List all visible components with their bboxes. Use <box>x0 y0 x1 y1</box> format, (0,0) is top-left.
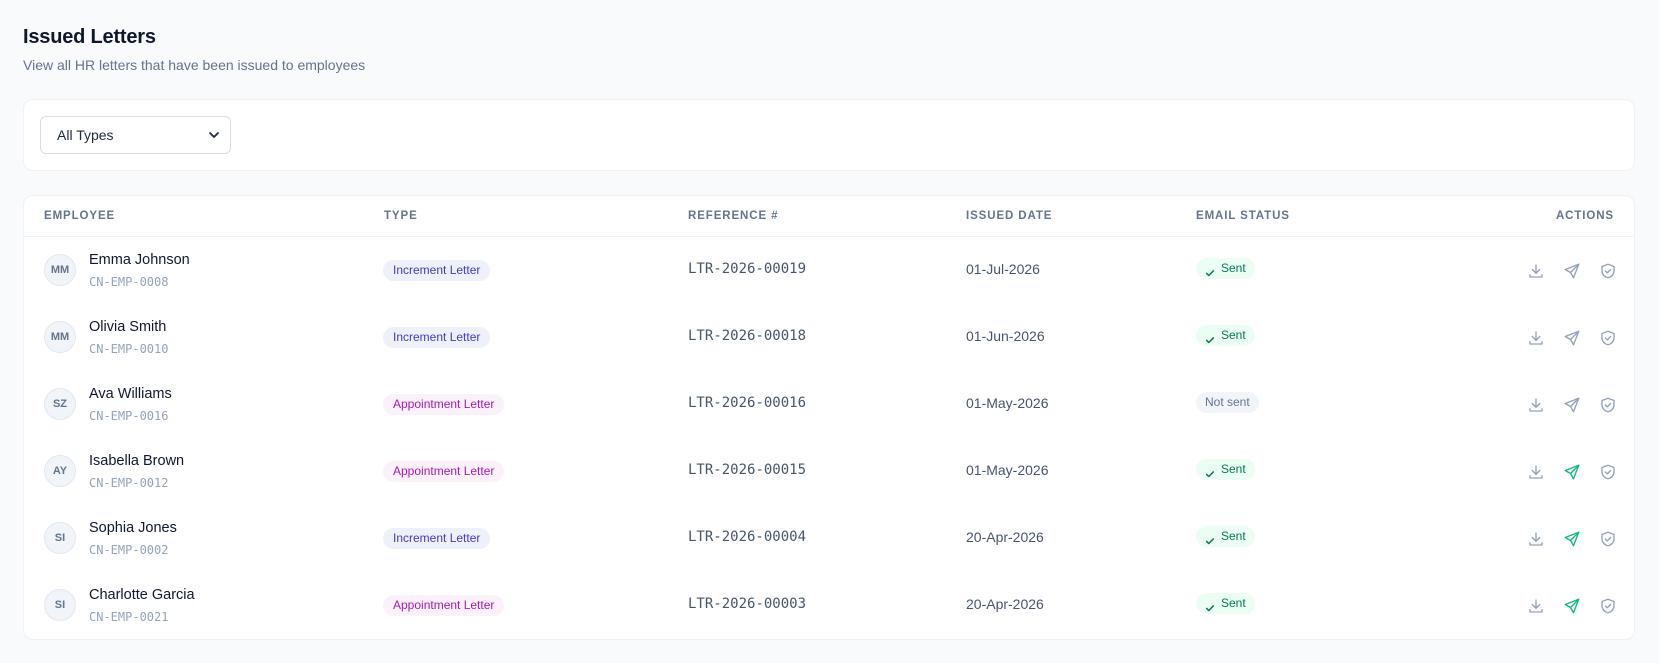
table-row: SI Sophia Jones CN-EMP-0002 Increment Lette… <box>24 505 1634 572</box>
avatar: AY <box>44 455 76 487</box>
email-status-label: Sent <box>1221 328 1246 342</box>
email-status-label: Sent <box>1221 596 1246 610</box>
check-icon <box>1205 532 1215 544</box>
avatar: SZ <box>44 388 76 420</box>
table-row: MM Olivia Smith CN-EMP-0010 Increment Lette… <box>24 304 1634 371</box>
email-status-badge: Not sent <box>1196 392 1259 413</box>
download-icon[interactable] <box>1527 396 1545 414</box>
letter-type-badge: Appointment Letter <box>383 461 505 482</box>
employee-code: CN-EMP-0008 <box>89 275 169 289</box>
issued-date: 20-Apr-2026 <box>966 529 1044 545</box>
shield-check-icon[interactable] <box>1599 262 1617 280</box>
employee-name: Charlotte Garcia <box>89 587 195 603</box>
table-row: SZ Ava Williams CN-EMP-0016 Appointment Let… <box>24 371 1634 438</box>
email-status-label: Sent <box>1221 462 1246 476</box>
check-icon <box>1205 264 1215 276</box>
reference-number: LTR-2026-00016 <box>688 395 807 411</box>
letter-type-badge: Increment Letter <box>383 528 491 549</box>
issued-date: 20-Apr-2026 <box>966 596 1044 612</box>
letter-type-select-value: All Types <box>57 127 114 143</box>
reference-number: LTR-2026-00019 <box>688 261 807 277</box>
employee-name: Olivia Smith <box>89 319 167 335</box>
email-status-badge: Sent <box>1196 325 1255 346</box>
employee-code: CN-EMP-0012 <box>89 476 169 490</box>
download-icon[interactable] <box>1527 329 1545 347</box>
table-row: SI Charlotte Garcia CN-EMP-0021 Appointment… <box>24 572 1634 639</box>
table-header: EMPLOYEE TYPE REFERENCE # ISSUED DATE EM… <box>24 196 1634 237</box>
row-actions <box>1527 596 1617 616</box>
reference-number: LTR-2026-00015 <box>688 462 807 478</box>
reference-number: LTR-2026-00018 <box>688 328 807 344</box>
filter-card: All Types <box>23 99 1635 171</box>
shield-check-icon[interactable] <box>1599 463 1617 481</box>
letter-type-badge: Increment Letter <box>383 327 491 348</box>
issued-date: 01-Jun-2026 <box>966 328 1045 344</box>
reference-number: LTR-2026-00004 <box>688 529 807 545</box>
page-title: Issued Letters <box>23 26 156 48</box>
email-status-label: Sent <box>1221 529 1246 543</box>
column-header-type: TYPE <box>384 210 418 222</box>
row-actions <box>1527 395 1617 415</box>
avatar: MM <box>44 254 76 286</box>
employee-code: CN-EMP-0010 <box>89 342 169 356</box>
email-status-badge: Sent <box>1196 459 1255 480</box>
employee-name: Emma Johnson <box>89 252 190 268</box>
download-icon[interactable] <box>1527 530 1545 548</box>
employee-code: CN-EMP-0021 <box>89 610 169 624</box>
download-icon[interactable] <box>1527 262 1545 280</box>
row-actions <box>1527 261 1617 281</box>
shield-check-icon[interactable] <box>1599 597 1617 615</box>
row-actions <box>1527 462 1617 482</box>
email-status-label: Sent <box>1221 261 1246 275</box>
reference-number: LTR-2026-00003 <box>688 596 807 612</box>
letters-table: EMPLOYEE TYPE REFERENCE # ISSUED DATE EM… <box>23 195 1635 640</box>
employee-name: Ava Williams <box>89 386 172 402</box>
email-status-badge: Sent <box>1196 258 1255 279</box>
send-icon[interactable] <box>1563 463 1581 481</box>
letter-type-select[interactable]: All Types <box>40 116 231 154</box>
check-icon <box>1205 465 1215 477</box>
issued-date: 01-Jul-2026 <box>966 261 1040 277</box>
email-status-badge: Sent <box>1196 526 1255 547</box>
employee-name: Isabella Brown <box>89 453 185 469</box>
send-icon[interactable] <box>1563 262 1581 280</box>
column-header-employee: EMPLOYEE <box>44 210 116 222</box>
employee-code: CN-EMP-0002 <box>89 543 169 557</box>
shield-check-icon[interactable] <box>1599 329 1617 347</box>
send-icon[interactable] <box>1563 530 1581 548</box>
email-status-label: Not sent <box>1205 395 1250 409</box>
letter-type-badge: Appointment Letter <box>383 595 505 616</box>
check-icon <box>1205 331 1215 343</box>
column-header-email-status: EMAIL STATUS <box>1196 210 1290 222</box>
check-icon <box>1205 599 1215 611</box>
employee-name: Sophia Jones <box>89 520 177 536</box>
table-row: AY Isabella Brown CN-EMP-0012 Appointment L… <box>24 438 1634 505</box>
page-subtitle: View all HR letters that have been issue… <box>23 57 366 73</box>
send-icon[interactable] <box>1563 396 1581 414</box>
column-header-actions: ACTIONS <box>1555 210 1614 222</box>
issued-date: 01-May-2026 <box>966 462 1049 478</box>
letter-type-badge: Appointment Letter <box>383 394 505 415</box>
column-header-reference: REFERENCE # <box>688 210 779 222</box>
employee-code: CN-EMP-0016 <box>89 409 169 423</box>
letter-type-badge: Increment Letter <box>383 260 491 281</box>
shield-check-icon[interactable] <box>1599 396 1617 414</box>
column-header-issued-date: ISSUED DATE <box>966 210 1053 222</box>
chevron-down-icon <box>209 132 219 138</box>
avatar: SI <box>44 522 76 554</box>
download-icon[interactable] <box>1527 463 1545 481</box>
send-icon[interactable] <box>1563 597 1581 615</box>
email-status-badge: Sent <box>1196 593 1255 614</box>
send-icon[interactable] <box>1563 329 1581 347</box>
row-actions <box>1527 328 1617 348</box>
avatar: MM <box>44 321 76 353</box>
shield-check-icon[interactable] <box>1599 530 1617 548</box>
row-actions <box>1527 529 1617 549</box>
avatar: SI <box>44 589 76 621</box>
table-row: MM Emma Johnson CN-EMP-0008 Increment Lette… <box>24 237 1634 304</box>
download-icon[interactable] <box>1527 597 1545 615</box>
issued-date: 01-May-2026 <box>966 395 1049 411</box>
